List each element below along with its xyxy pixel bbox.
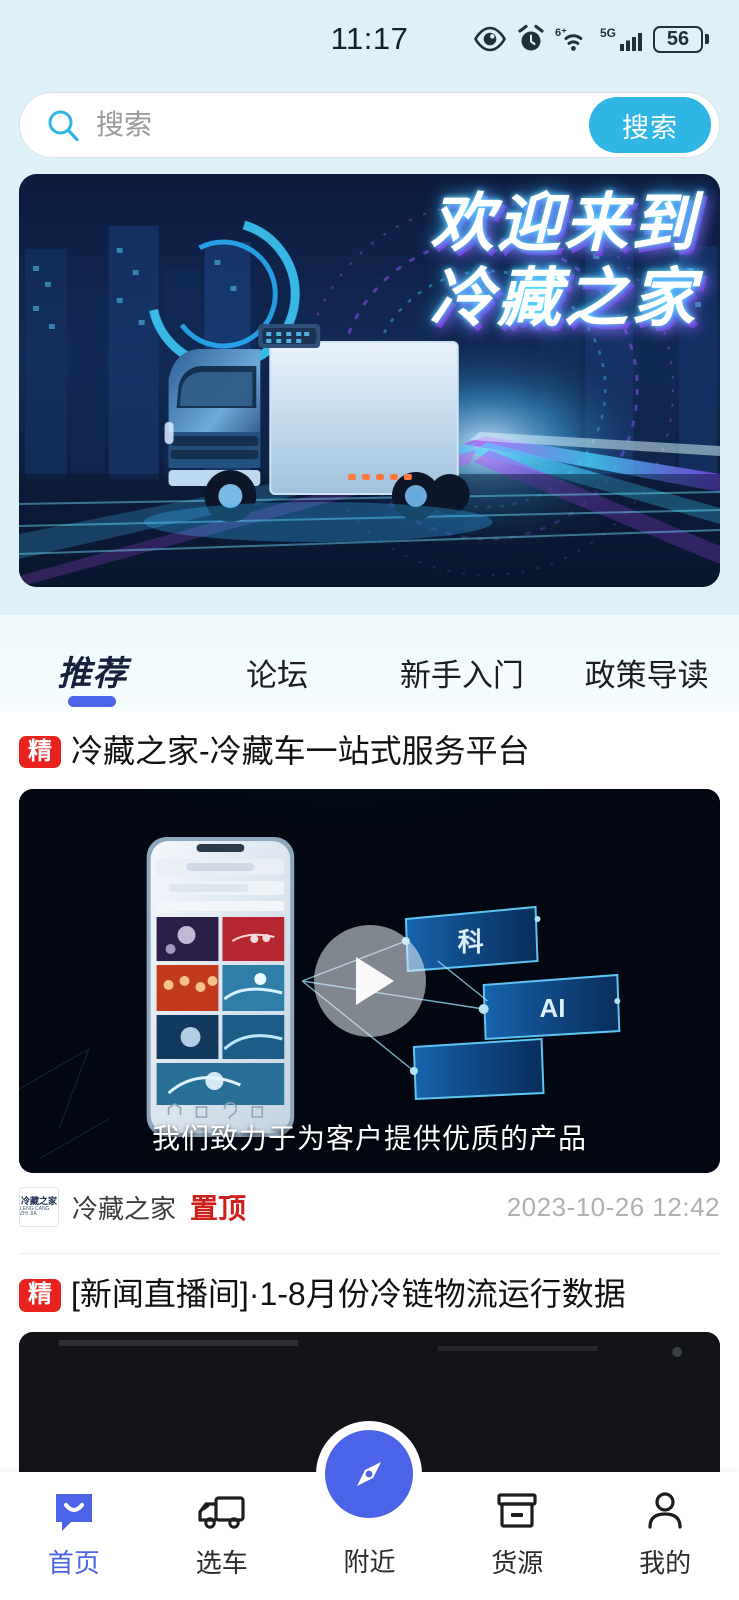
tab-recommend-label: 推荐 xyxy=(57,655,128,693)
compass-icon xyxy=(325,1430,414,1518)
battery-icon: 56 xyxy=(653,25,709,53)
battery-level-text: 56 xyxy=(653,25,703,53)
nav-select-truck-label: 选车 xyxy=(195,1548,248,1578)
search-bar[interactable]: 搜索 xyxy=(19,92,720,158)
sidebar-item-cargo[interactable]: 货源 xyxy=(443,1472,591,1580)
tab-active-underline xyxy=(68,696,117,707)
sidebar-item-select-truck[interactable]: 选车 xyxy=(148,1472,296,1580)
home-chat-icon xyxy=(51,1486,97,1536)
search-section: 搜索 xyxy=(0,78,739,174)
eye-care-icon xyxy=(473,26,507,52)
signal-5g-icon: 5G xyxy=(600,25,644,53)
alarm-clock-icon xyxy=(516,24,546,54)
banner-title-line2: 冷藏之家 xyxy=(430,262,698,335)
tab-forum-label: 论坛 xyxy=(246,658,309,693)
sidebar-item-home[interactable]: 首页 xyxy=(0,1472,148,1580)
post-title: 冷藏之家-冷藏车一站式服务平台 xyxy=(71,733,530,769)
box-icon xyxy=(494,1486,540,1536)
wifi-6plus-icon: 6⁺ xyxy=(555,25,591,53)
search-input[interactable] xyxy=(96,109,589,141)
post-video-thumbnail[interactable]: 科 AI 我们致力于为客户提供优质的产品 xyxy=(19,789,720,1174)
banner-title: 欢迎来到 冷藏之家 xyxy=(430,188,698,336)
nav-home-label: 首页 xyxy=(47,1548,100,1578)
tab-beginner-guide[interactable]: 新手入门 xyxy=(370,650,555,711)
post-title: [新闻直播间]·1-8月份冷链物流运行数据 xyxy=(71,1276,626,1313)
svg-text:5G: 5G xyxy=(600,26,616,40)
status-bar: 11:17 6⁺ 5G 56 xyxy=(0,0,739,78)
status-bar-icons: 6⁺ 5G 56 xyxy=(473,24,709,54)
video-tech-tag-1: 科 xyxy=(458,927,484,957)
battery-cap xyxy=(705,34,709,44)
category-tabs: 推荐 论坛 新手入门 政策导读 xyxy=(0,615,739,711)
bottom-navigation: 首页 选车 附近 货源 我的 xyxy=(0,1430,739,1600)
post-author-name[interactable]: 冷藏之家 xyxy=(72,1189,176,1226)
sidebar-item-nearby[interactable]: 附近 xyxy=(296,1430,444,1579)
truck-icon xyxy=(196,1486,248,1536)
banner-title-line1: 欢迎来到 xyxy=(430,187,698,259)
post-timestamp: 2023-10-26 12:42 xyxy=(506,1191,720,1222)
post-title-row: 精冷藏之家-冷藏车一站式服务平台 xyxy=(19,729,720,773)
tab-beginner-guide-label: 新手入门 xyxy=(399,658,524,693)
avatar[interactable]: 冷藏之家 LENG CANG ZHI JIA xyxy=(19,1187,59,1228)
tab-forum[interactable]: 论坛 xyxy=(185,650,370,711)
sidebar-item-profile[interactable]: 我的 xyxy=(591,1472,739,1580)
nav-nearby-label: 附近 xyxy=(343,1547,396,1577)
post-meta-row: 冷藏之家 LENG CANG ZHI JIA 冷藏之家 置顶 2023-10-2… xyxy=(19,1173,720,1237)
tab-policy-guide[interactable]: 政策导读 xyxy=(554,650,739,711)
play-button[interactable] xyxy=(313,925,426,1038)
nav-profile-label: 我的 xyxy=(639,1548,692,1578)
video-caption: 我们致力于为客户提供优质的产品 xyxy=(151,1123,587,1155)
search-button[interactable]: 搜索 xyxy=(589,97,711,153)
promo-banner[interactable]: 欢迎来到 冷藏之家 xyxy=(19,174,720,587)
post-pinned-tag: 置顶 xyxy=(190,1193,247,1225)
feed-post[interactable]: 精冷藏之家-冷藏车一站式服务平台 科 AI 我们致力于为客户提供优质的产品 冷藏… xyxy=(19,711,720,1237)
play-triangle-icon xyxy=(355,957,394,1006)
avatar-logo-line2: LENG CANG ZHI JIA xyxy=(20,1205,50,1218)
search-icon xyxy=(46,108,80,142)
post-featured-badge: 精 xyxy=(19,736,61,769)
post-featured-badge: 精 xyxy=(19,1279,61,1312)
video-tech-tag-2: AI xyxy=(540,993,566,1023)
nav-cargo-label: 货源 xyxy=(491,1548,544,1578)
tab-recommend[interactable]: 推荐 xyxy=(0,620,193,711)
person-icon xyxy=(643,1486,687,1536)
tab-policy-guide-label: 政策导读 xyxy=(584,658,709,693)
post-title-row: 精 [新闻直播间]·1-8月份冷链物流运行数据 xyxy=(19,1272,720,1316)
